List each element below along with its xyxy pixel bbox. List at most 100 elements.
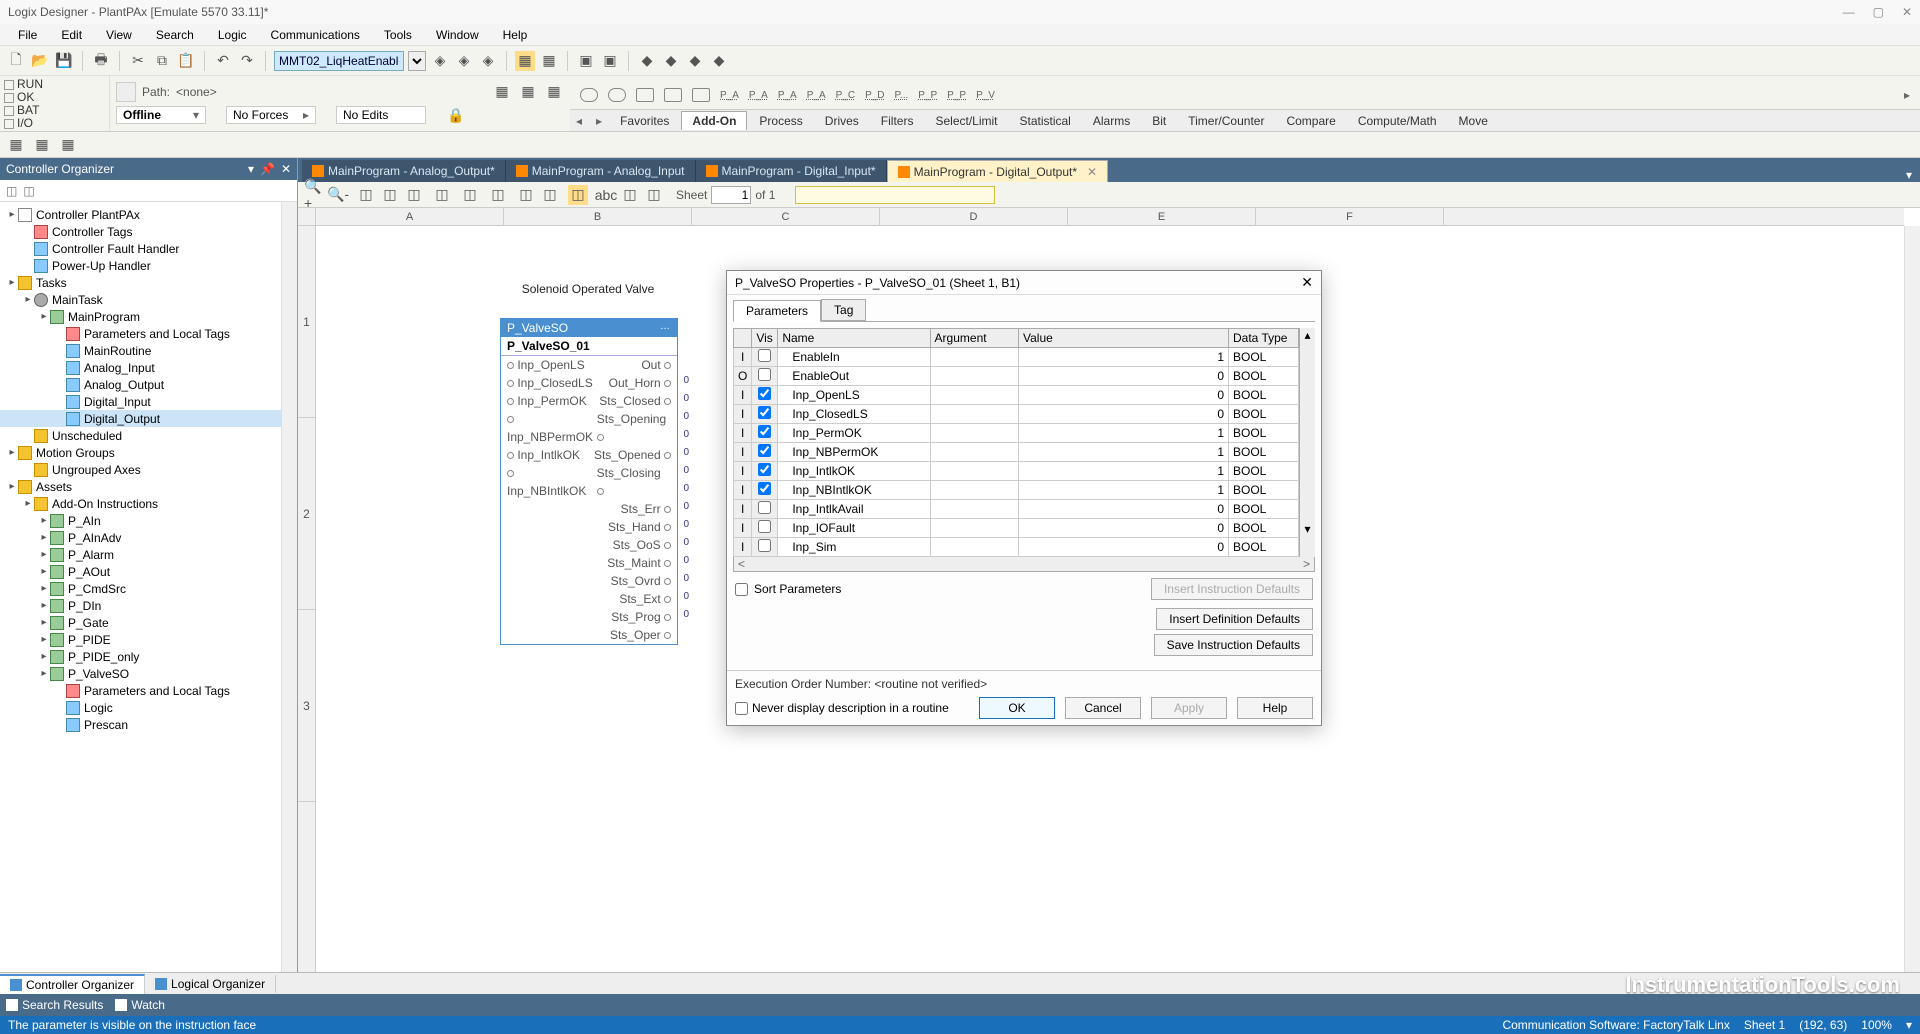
forces-status[interactable]: No Forces ▸ xyxy=(226,106,316,124)
tree-item-parameters-and-local-tags[interactable]: Parameters and Local Tags xyxy=(0,325,297,342)
category-statistical[interactable]: Statistical xyxy=(1010,112,1081,130)
tree-item-analog-output[interactable]: Analog_Output xyxy=(0,376,297,393)
vis-checkbox[interactable] xyxy=(758,463,771,476)
table-row[interactable]: IInp_OpenLS0BOOL xyxy=(734,386,1299,405)
sidebar-close-icon[interactable]: ✕ xyxy=(281,162,291,176)
tree-item-maintask[interactable]: ▸MainTask xyxy=(0,291,297,308)
tool-icon-8[interactable]: ◆ xyxy=(637,51,657,71)
shape-right-arrow[interactable]: ▸ xyxy=(1904,88,1910,102)
ed-tool-5[interactable]: ◫ xyxy=(460,185,480,205)
small-tool-1[interactable]: ▦ xyxy=(6,135,26,155)
sort-parameters-checkbox[interactable] xyxy=(735,583,748,596)
tree-item-controller-tags[interactable]: Controller Tags xyxy=(0,223,297,240)
tree-item-p-pide-only[interactable]: ▸P_PIDE_only xyxy=(0,648,297,665)
ed-tool-7[interactable]: ◫ xyxy=(516,185,536,205)
vis-checkbox[interactable] xyxy=(758,368,771,381)
dialog-close-icon[interactable]: ✕ xyxy=(1301,274,1313,291)
instruction-P_P[interactable]: P_P xyxy=(947,90,966,101)
instruction-P_V[interactable]: P_V xyxy=(976,90,995,101)
tree-item-logic[interactable]: Logic xyxy=(0,699,297,716)
vis-checkbox[interactable] xyxy=(758,520,771,533)
tab-overflow-icon[interactable]: ▾ xyxy=(1898,168,1920,182)
cancel-button[interactable]: Cancel xyxy=(1065,697,1141,719)
ed-tool-3[interactable]: ◫ xyxy=(404,185,424,205)
instruction-P_A[interactable]: P_A xyxy=(749,90,768,101)
tree-item-controller-fault-handler[interactable]: Controller Fault Handler xyxy=(0,240,297,257)
table-row[interactable]: IInp_NBIntlkOK1BOOL xyxy=(734,481,1299,500)
tab-parameters[interactable]: Parameters xyxy=(733,300,821,322)
category-computemath[interactable]: Compute/Math xyxy=(1348,112,1447,130)
open-icon[interactable]: 📂 xyxy=(30,51,50,71)
undo-icon[interactable]: ↶ xyxy=(213,51,233,71)
category-timercounter[interactable]: Timer/Counter xyxy=(1178,112,1274,130)
tree-item-unscheduled[interactable]: Unscheduled xyxy=(0,427,297,444)
tool-icon-1[interactable]: ◈ xyxy=(430,51,450,71)
shape-rect-2[interactable] xyxy=(664,88,682,102)
fb-menu-icon[interactable]: … xyxy=(660,321,671,335)
tool-icon-3[interactable]: ◈ xyxy=(478,51,498,71)
instruction-P_D[interactable]: P_D xyxy=(865,90,884,101)
vis-checkbox[interactable] xyxy=(758,387,771,400)
editor-search-input[interactable] xyxy=(795,186,995,204)
shape-oval[interactable] xyxy=(580,88,598,102)
ed-tool-4[interactable]: ◫ xyxy=(432,185,452,205)
close-button[interactable]: ✕ xyxy=(1902,5,1912,19)
sheet-number-input[interactable] xyxy=(711,186,751,204)
tree-item-tasks[interactable]: ▸Tasks xyxy=(0,274,297,291)
category-move[interactable]: Move xyxy=(1449,112,1498,130)
tree-item-p-valveso[interactable]: ▸P_ValveSO xyxy=(0,665,297,682)
tree-item-digital-output[interactable]: Digital_Output xyxy=(0,410,297,427)
menu-view[interactable]: View xyxy=(96,26,142,44)
table-vscroll[interactable]: ▴ ▾ xyxy=(1299,328,1315,557)
ed-tool-6[interactable]: ◫ xyxy=(488,185,508,205)
table-row[interactable]: IEnableIn1BOOL xyxy=(734,348,1299,367)
new-icon[interactable]: 🗋 xyxy=(6,51,26,71)
table-row[interactable]: IInp_IOFault0BOOL xyxy=(734,519,1299,538)
table-header[interactable]: Vis xyxy=(752,329,778,348)
zoom-in-icon[interactable]: 🔍+ xyxy=(304,185,324,205)
status-dropdown-icon[interactable]: ▾ xyxy=(1906,1018,1912,1032)
tree-item-p-gate[interactable]: ▸P_Gate xyxy=(0,614,297,631)
never-display-checkbox[interactable] xyxy=(735,702,748,715)
tab-tag[interactable]: Tag xyxy=(821,299,866,321)
editor-tab[interactable]: MainProgram - Analog_Input xyxy=(506,160,696,182)
vis-checkbox[interactable] xyxy=(758,539,771,552)
sidebar-dropdown-icon[interactable]: ▾ xyxy=(248,162,254,176)
category-drives[interactable]: Drives xyxy=(815,112,869,130)
shape-rect-3[interactable] xyxy=(692,88,710,102)
sidebar-tool-2[interactable]: ◫ xyxy=(23,184,34,198)
maximize-button[interactable]: ▢ xyxy=(1873,5,1884,19)
vis-checkbox[interactable] xyxy=(758,444,771,457)
ed-tool-1[interactable]: ◫ xyxy=(356,185,376,205)
ed-tool-10[interactable]: abc xyxy=(596,185,616,205)
instruction-P_A[interactable]: P_A xyxy=(778,90,797,101)
help-button[interactable]: Help xyxy=(1237,697,1313,719)
table-header[interactable]: Argument xyxy=(930,329,1018,348)
instruction-P_P[interactable]: P_P xyxy=(918,90,937,101)
table-row[interactable]: IInp_Sim0BOOL xyxy=(734,538,1299,557)
tree[interactable]: ▸Controller PlantPAxController TagsContr… xyxy=(0,202,297,972)
save-icon[interactable]: 💾 xyxy=(54,51,74,71)
zoom-out-icon[interactable]: 🔍- xyxy=(328,185,348,205)
table-row[interactable]: IInp_IntlkAvail0BOOL xyxy=(734,500,1299,519)
tree-scrollbar[interactable] xyxy=(281,202,297,972)
insert-instruction-defaults-button[interactable]: Insert Instruction Defaults xyxy=(1151,578,1313,600)
tree-item-add-on-instructions[interactable]: ▸Add-On Instructions xyxy=(0,495,297,512)
sidebar-tool-1[interactable]: ◫ xyxy=(6,184,17,198)
menu-tools[interactable]: Tools xyxy=(374,26,422,44)
category-bit[interactable]: Bit xyxy=(1142,112,1176,130)
print-icon[interactable]: 🖶 xyxy=(91,51,111,71)
editor-tab[interactable]: MainProgram - Digital_Output*✕ xyxy=(887,160,1108,182)
tool-icon-5[interactable]: ▦ xyxy=(539,51,559,71)
tool-icon-4[interactable]: ▦ xyxy=(515,51,535,71)
category-selectlimit[interactable]: Select/Limit xyxy=(925,112,1007,130)
vis-checkbox[interactable] xyxy=(758,425,771,438)
tool-icon-7[interactable]: ▣ xyxy=(600,51,620,71)
tree-item-p-ainadv[interactable]: ▸P_AInAdv xyxy=(0,529,297,546)
menu-file[interactable]: File xyxy=(8,26,47,44)
tree-item-prescan[interactable]: Prescan xyxy=(0,716,297,733)
tree-item-p-din[interactable]: ▸P_DIn xyxy=(0,597,297,614)
category-favorites[interactable]: Favorites xyxy=(610,112,679,130)
tool-icon-9[interactable]: ◆ xyxy=(661,51,681,71)
table-hscroll[interactable]: <> xyxy=(733,556,1315,572)
